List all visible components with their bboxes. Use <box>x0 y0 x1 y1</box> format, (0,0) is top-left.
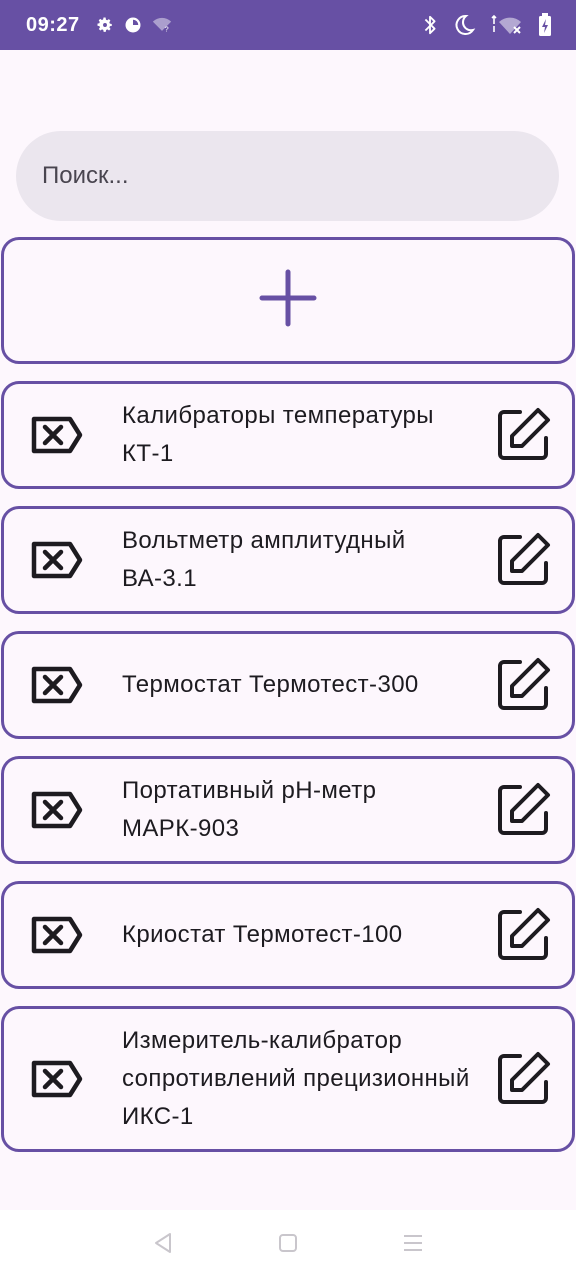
plus-icon <box>258 268 318 333</box>
add-item-button[interactable] <box>1 237 575 364</box>
wifi-off-icon <box>490 14 524 36</box>
bluetooth-icon <box>422 14 438 36</box>
delete-item-icon[interactable] <box>28 788 84 832</box>
delete-item-icon[interactable] <box>28 538 84 582</box>
status-left-icons: ? <box>96 16 172 34</box>
item-title: Криостат Термотест-100 <box>122 921 403 948</box>
delete-item-icon[interactable] <box>28 1057 84 1101</box>
list-item: Криостат Термотест-100 <box>1 881 575 989</box>
edit-pencil-icon[interactable] <box>494 781 552 839</box>
list-item: Измеритель-калибратор сопротивлений прец… <box>1 1006 575 1152</box>
status-right-icons <box>422 13 552 37</box>
item-title: Термостат Термотест-300 <box>122 671 419 698</box>
settings-icon <box>96 16 114 34</box>
edit-pencil-icon[interactable] <box>494 906 552 964</box>
do-not-disturb-icon <box>452 13 476 37</box>
menu-icon[interactable] <box>401 1231 425 1260</box>
back-icon[interactable] <box>151 1231 175 1260</box>
item-title: Портативный pH-метр МАРК-903 <box>122 777 377 842</box>
list-item: Портативный pH-метр МАРК-903 <box>1 756 575 864</box>
edit-pencil-icon[interactable] <box>494 1050 552 1108</box>
item-title: Калибраторы температуры КТ-1 <box>122 402 434 467</box>
edit-pencil-icon[interactable] <box>494 406 552 464</box>
wifi-unknown-icon: ? <box>152 17 172 33</box>
edit-pencil-icon[interactable] <box>494 531 552 589</box>
item-title: Измеритель-калибратор сопротивлений прец… <box>122 1027 470 1130</box>
battery-icon <box>538 13 552 37</box>
delete-item-icon[interactable] <box>28 663 84 707</box>
list-item: Термостат Термотест-300 <box>1 631 575 739</box>
status-time: 09:27 <box>26 13 80 36</box>
edit-pencil-icon[interactable] <box>494 656 552 714</box>
svg-text:?: ? <box>164 25 168 33</box>
list-item: Вольтметр амплитудный ВА-3.1 <box>1 506 575 614</box>
data-saver-icon <box>124 16 142 34</box>
item-title: Вольтметр амплитудный ВА-3.1 <box>122 527 406 592</box>
delete-item-icon[interactable] <box>28 413 84 457</box>
delete-item-icon[interactable] <box>28 913 84 957</box>
system-nav-bar <box>0 1210 576 1280</box>
home-icon[interactable] <box>276 1231 300 1260</box>
list-item: Калибраторы температуры КТ-1 <box>1 381 575 489</box>
search-input[interactable] <box>42 162 559 190</box>
search-bar[interactable] <box>16 131 559 221</box>
status-bar: 09:27 ? <box>0 0 576 50</box>
